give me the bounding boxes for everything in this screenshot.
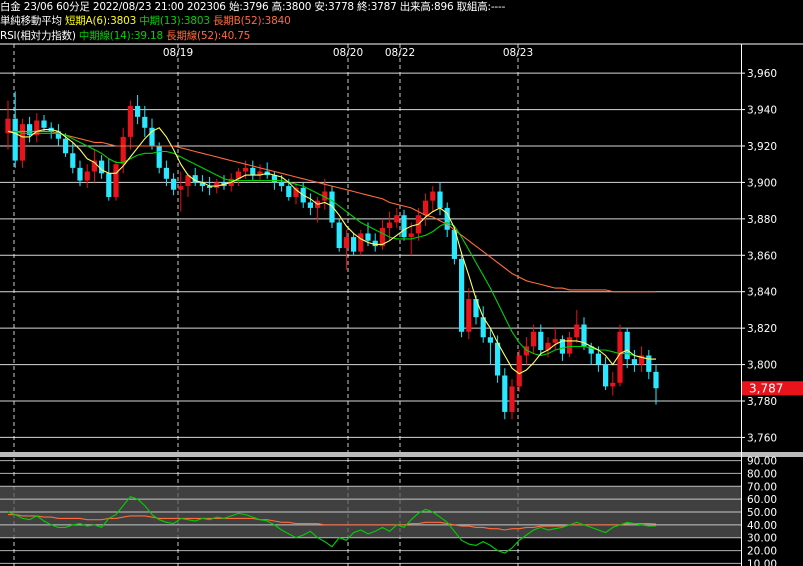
candle-body <box>127 105 133 137</box>
rsi-tick-label: 30.00 <box>747 533 777 545</box>
candle-body <box>365 233 371 241</box>
rsi-tick-label: 20.00 <box>747 546 777 558</box>
candle-body <box>12 118 18 161</box>
candle-body <box>567 337 573 354</box>
x-tick-label: 08/20 <box>333 47 363 59</box>
price-tick-label: 3,940 <box>747 105 777 117</box>
candle-body <box>444 207 450 230</box>
candle-body <box>603 364 609 387</box>
candle-body <box>631 359 637 365</box>
candle-body <box>271 175 277 183</box>
rsi-tick-label: 50.00 <box>747 507 777 519</box>
x-tick-label: 08/19 <box>163 47 193 59</box>
candle-body <box>646 355 652 372</box>
rsi-tick-label: 90.00 <box>747 456 777 468</box>
candle-body <box>538 331 544 350</box>
candle-body <box>495 342 501 376</box>
candle-body <box>19 124 25 161</box>
candle-body <box>552 339 558 343</box>
candle-body <box>178 186 184 190</box>
candle-body <box>171 178 177 190</box>
candle-body <box>531 331 537 347</box>
candle-body <box>502 375 508 412</box>
candle-body <box>610 382 616 387</box>
candle-body <box>430 191 436 201</box>
candle-body <box>329 191 335 223</box>
candle-body <box>351 237 357 252</box>
x-tick-label: 08/22 <box>385 47 415 59</box>
rsi-tick-label: 40.00 <box>747 520 777 532</box>
candle-body <box>307 202 313 208</box>
candle-body <box>473 299 479 318</box>
candle-body <box>156 146 162 168</box>
last-price-label: 3,787 <box>749 381 783 395</box>
price-tick-label: 3,760 <box>747 432 777 444</box>
candle-body <box>279 182 285 187</box>
price-chart[interactable]: 08/19 08/20 08/22 08/23 3,760 3,780 3,800 3,820… <box>0 0 803 566</box>
candle-body <box>135 105 141 117</box>
candle-body <box>408 233 414 238</box>
rsi-tick-label: 10.00 <box>747 558 777 566</box>
candle-body <box>120 136 126 165</box>
candle-body <box>401 215 407 238</box>
candle-body <box>106 173 112 197</box>
candle-body <box>487 337 493 343</box>
candle-body <box>423 200 429 216</box>
price-tick-label: 3,800 <box>747 360 777 372</box>
price-tick-label: 3,880 <box>747 214 777 226</box>
panel-separator <box>0 452 803 457</box>
candle-body <box>250 167 256 176</box>
candle-body <box>343 237 349 248</box>
candle-body <box>394 215 400 223</box>
candle-body <box>70 153 76 168</box>
candle-body <box>653 371 659 389</box>
candle-body <box>99 160 105 174</box>
price-tick-label: 3,860 <box>747 250 777 262</box>
candle-body <box>437 191 443 208</box>
candle-body <box>466 299 472 332</box>
ma-short-line <box>7 127 656 375</box>
candle-body <box>624 331 630 360</box>
price-tick-label: 3,840 <box>747 287 777 299</box>
candle-body <box>63 138 69 154</box>
candle-body <box>574 324 580 338</box>
price-tick-label: 3,780 <box>747 396 777 408</box>
price-tick-label: 3,820 <box>747 323 777 335</box>
candle-body <box>77 167 83 181</box>
candle-body <box>243 167 249 172</box>
ma-mid-line <box>8 130 656 360</box>
candle-body <box>142 116 148 128</box>
candle-body <box>113 164 119 197</box>
candle-body <box>516 355 522 387</box>
price-tick-label: 3,960 <box>747 68 777 80</box>
candle-body <box>41 120 47 128</box>
price-tick-label: 3,920 <box>747 141 777 153</box>
candle-body <box>509 386 515 412</box>
candle-body <box>336 222 342 248</box>
candle-body <box>163 167 169 179</box>
x-tick-label: 08/23 <box>503 47 533 59</box>
candle-body <box>459 258 465 332</box>
price-tick-label: 3,900 <box>747 177 777 189</box>
candle-body <box>84 171 90 181</box>
candle-body <box>387 222 393 228</box>
rsi-tick-label: 70.00 <box>747 481 777 493</box>
candle-body <box>286 186 292 197</box>
rsi-tick-label: 60.00 <box>747 494 777 506</box>
candle-body <box>595 353 601 365</box>
rsi-tick-label: 80.00 <box>747 468 777 480</box>
candle-body <box>358 233 364 252</box>
